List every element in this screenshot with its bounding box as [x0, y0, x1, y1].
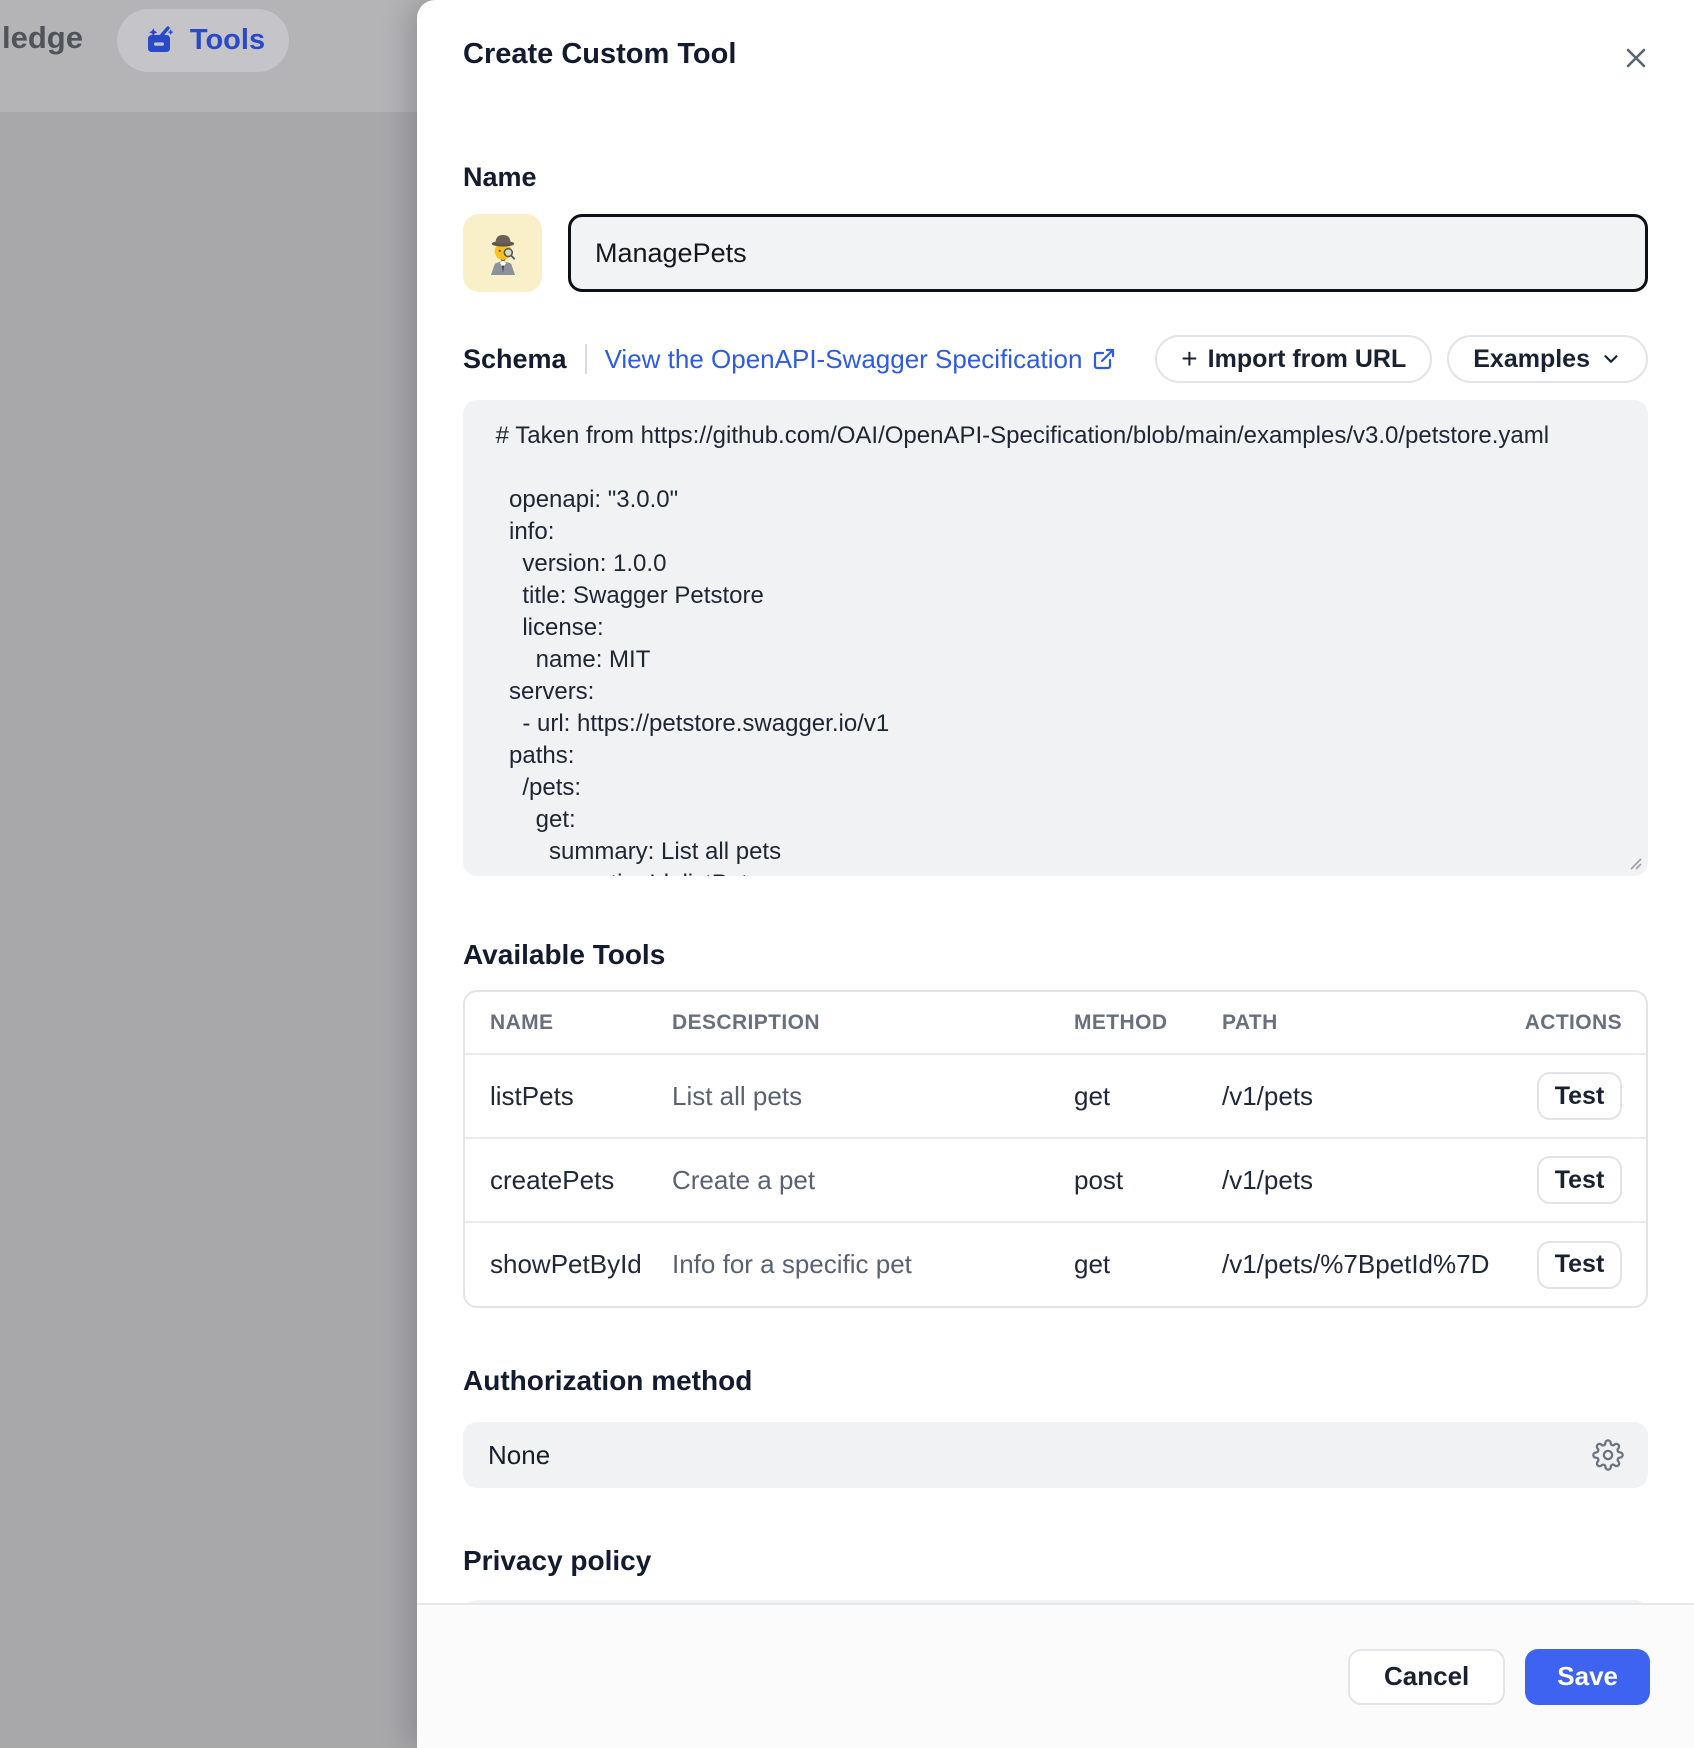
- test-button[interactable]: Test: [1537, 1241, 1622, 1289]
- close-icon: [1621, 43, 1651, 73]
- table-row: createPets Create a pet post /v1/pets Te…: [465, 1138, 1646, 1222]
- test-button[interactable]: Test: [1537, 1072, 1622, 1120]
- tab-tools-label: Tools: [190, 24, 265, 57]
- column-header-name: NAME: [465, 992, 672, 1054]
- examples-dropdown[interactable]: Examples: [1447, 335, 1648, 383]
- modal-content: Name: [417, 162, 1694, 1680]
- schema-text: # Taken from https://github.com/OAI/Open…: [489, 420, 1622, 876]
- schema-textarea[interactable]: # Taken from https://github.com/OAI/Open…: [463, 400, 1648, 876]
- openapi-spec-link[interactable]: View the OpenAPI-Swagger Specification: [605, 344, 1117, 375]
- tool-name-input[interactable]: [568, 214, 1648, 292]
- tool-description-cell: Create a pet: [672, 1138, 1074, 1222]
- privacy-policy-heading: Privacy policy: [463, 1544, 1648, 1578]
- table-header-row: NAME DESCRIPTION METHOD PATH ACTIONS: [465, 992, 1646, 1054]
- resize-handle-icon[interactable]: [1626, 854, 1642, 870]
- detective-emoji-icon: [481, 231, 525, 275]
- tool-path-cell: /v1/pets/%7BpetId%7D: [1222, 1222, 1472, 1306]
- tool-name-cell: showPetById: [465, 1222, 672, 1306]
- name-label: Name: [463, 162, 1648, 192]
- modal-footer: Cancel Save: [417, 1603, 1694, 1748]
- tool-path-cell: /v1/pets: [1222, 1054, 1472, 1138]
- close-button[interactable]: [1618, 40, 1654, 76]
- tab-knowledge-partial[interactable]: ledge: [2, 20, 83, 56]
- tool-name-cell: listPets: [465, 1054, 672, 1138]
- authorization-heading: Authorization method: [463, 1364, 1648, 1398]
- import-from-url-label: Import from URL: [1208, 345, 1407, 374]
- modal-header: Create Custom Tool: [417, 0, 1694, 74]
- authorization-value: None: [488, 1440, 550, 1471]
- plus-icon: +: [1181, 345, 1197, 373]
- schema-label: Schema: [463, 344, 567, 374]
- tool-description-cell: Info for a specific pet: [672, 1222, 1074, 1306]
- toolbox-sparkle-icon: [141, 23, 177, 59]
- openapi-spec-link-label: View the OpenAPI-Swagger Specification: [605, 344, 1083, 375]
- tool-path-cell: /v1/pets: [1222, 1138, 1472, 1222]
- table-row: showPetById Info for a specific pet get …: [465, 1222, 1646, 1306]
- tool-method-cell: get: [1074, 1222, 1222, 1306]
- test-button[interactable]: Test: [1537, 1156, 1622, 1204]
- tool-name-cell: createPets: [465, 1138, 672, 1222]
- tab-tools[interactable]: Tools: [117, 9, 289, 72]
- emoji-picker-button[interactable]: [463, 214, 542, 292]
- name-row: [463, 214, 1648, 292]
- table-row: listPets List all pets get /v1/pets Test: [465, 1054, 1646, 1138]
- modal-title: Create Custom Tool: [463, 34, 1648, 74]
- tool-description-cell: List all pets: [672, 1054, 1074, 1138]
- import-from-url-button[interactable]: + Import from URL: [1155, 335, 1432, 383]
- schema-row: Schema View the OpenAPI-Swagger Specific…: [463, 336, 1648, 382]
- cancel-button[interactable]: Cancel: [1348, 1649, 1505, 1705]
- create-custom-tool-modal: Create Custom Tool Name: [417, 0, 1694, 1748]
- tool-method-cell: get: [1074, 1054, 1222, 1138]
- column-header-path: PATH: [1222, 992, 1472, 1054]
- schema-buttons: + Import from URL Examples: [1155, 335, 1648, 383]
- tool-method-cell: post: [1074, 1138, 1222, 1222]
- examples-label: Examples: [1473, 345, 1590, 374]
- external-link-icon: [1092, 347, 1116, 371]
- available-tools-heading: Available Tools: [463, 938, 1648, 972]
- column-header-description: DESCRIPTION: [672, 992, 1074, 1054]
- authorization-method-selector[interactable]: None: [463, 1422, 1648, 1488]
- available-tools-table: NAME DESCRIPTION METHOD PATH ACTIONS lis…: [463, 990, 1648, 1308]
- authorization-settings-button[interactable]: [1592, 1439, 1624, 1471]
- save-button[interactable]: Save: [1525, 1649, 1650, 1705]
- gear-icon: [1592, 1439, 1624, 1471]
- chevron-down-icon: [1600, 348, 1622, 370]
- divider: [585, 344, 587, 374]
- column-header-actions: ACTIONS: [1472, 992, 1646, 1054]
- column-header-method: METHOD: [1074, 992, 1222, 1054]
